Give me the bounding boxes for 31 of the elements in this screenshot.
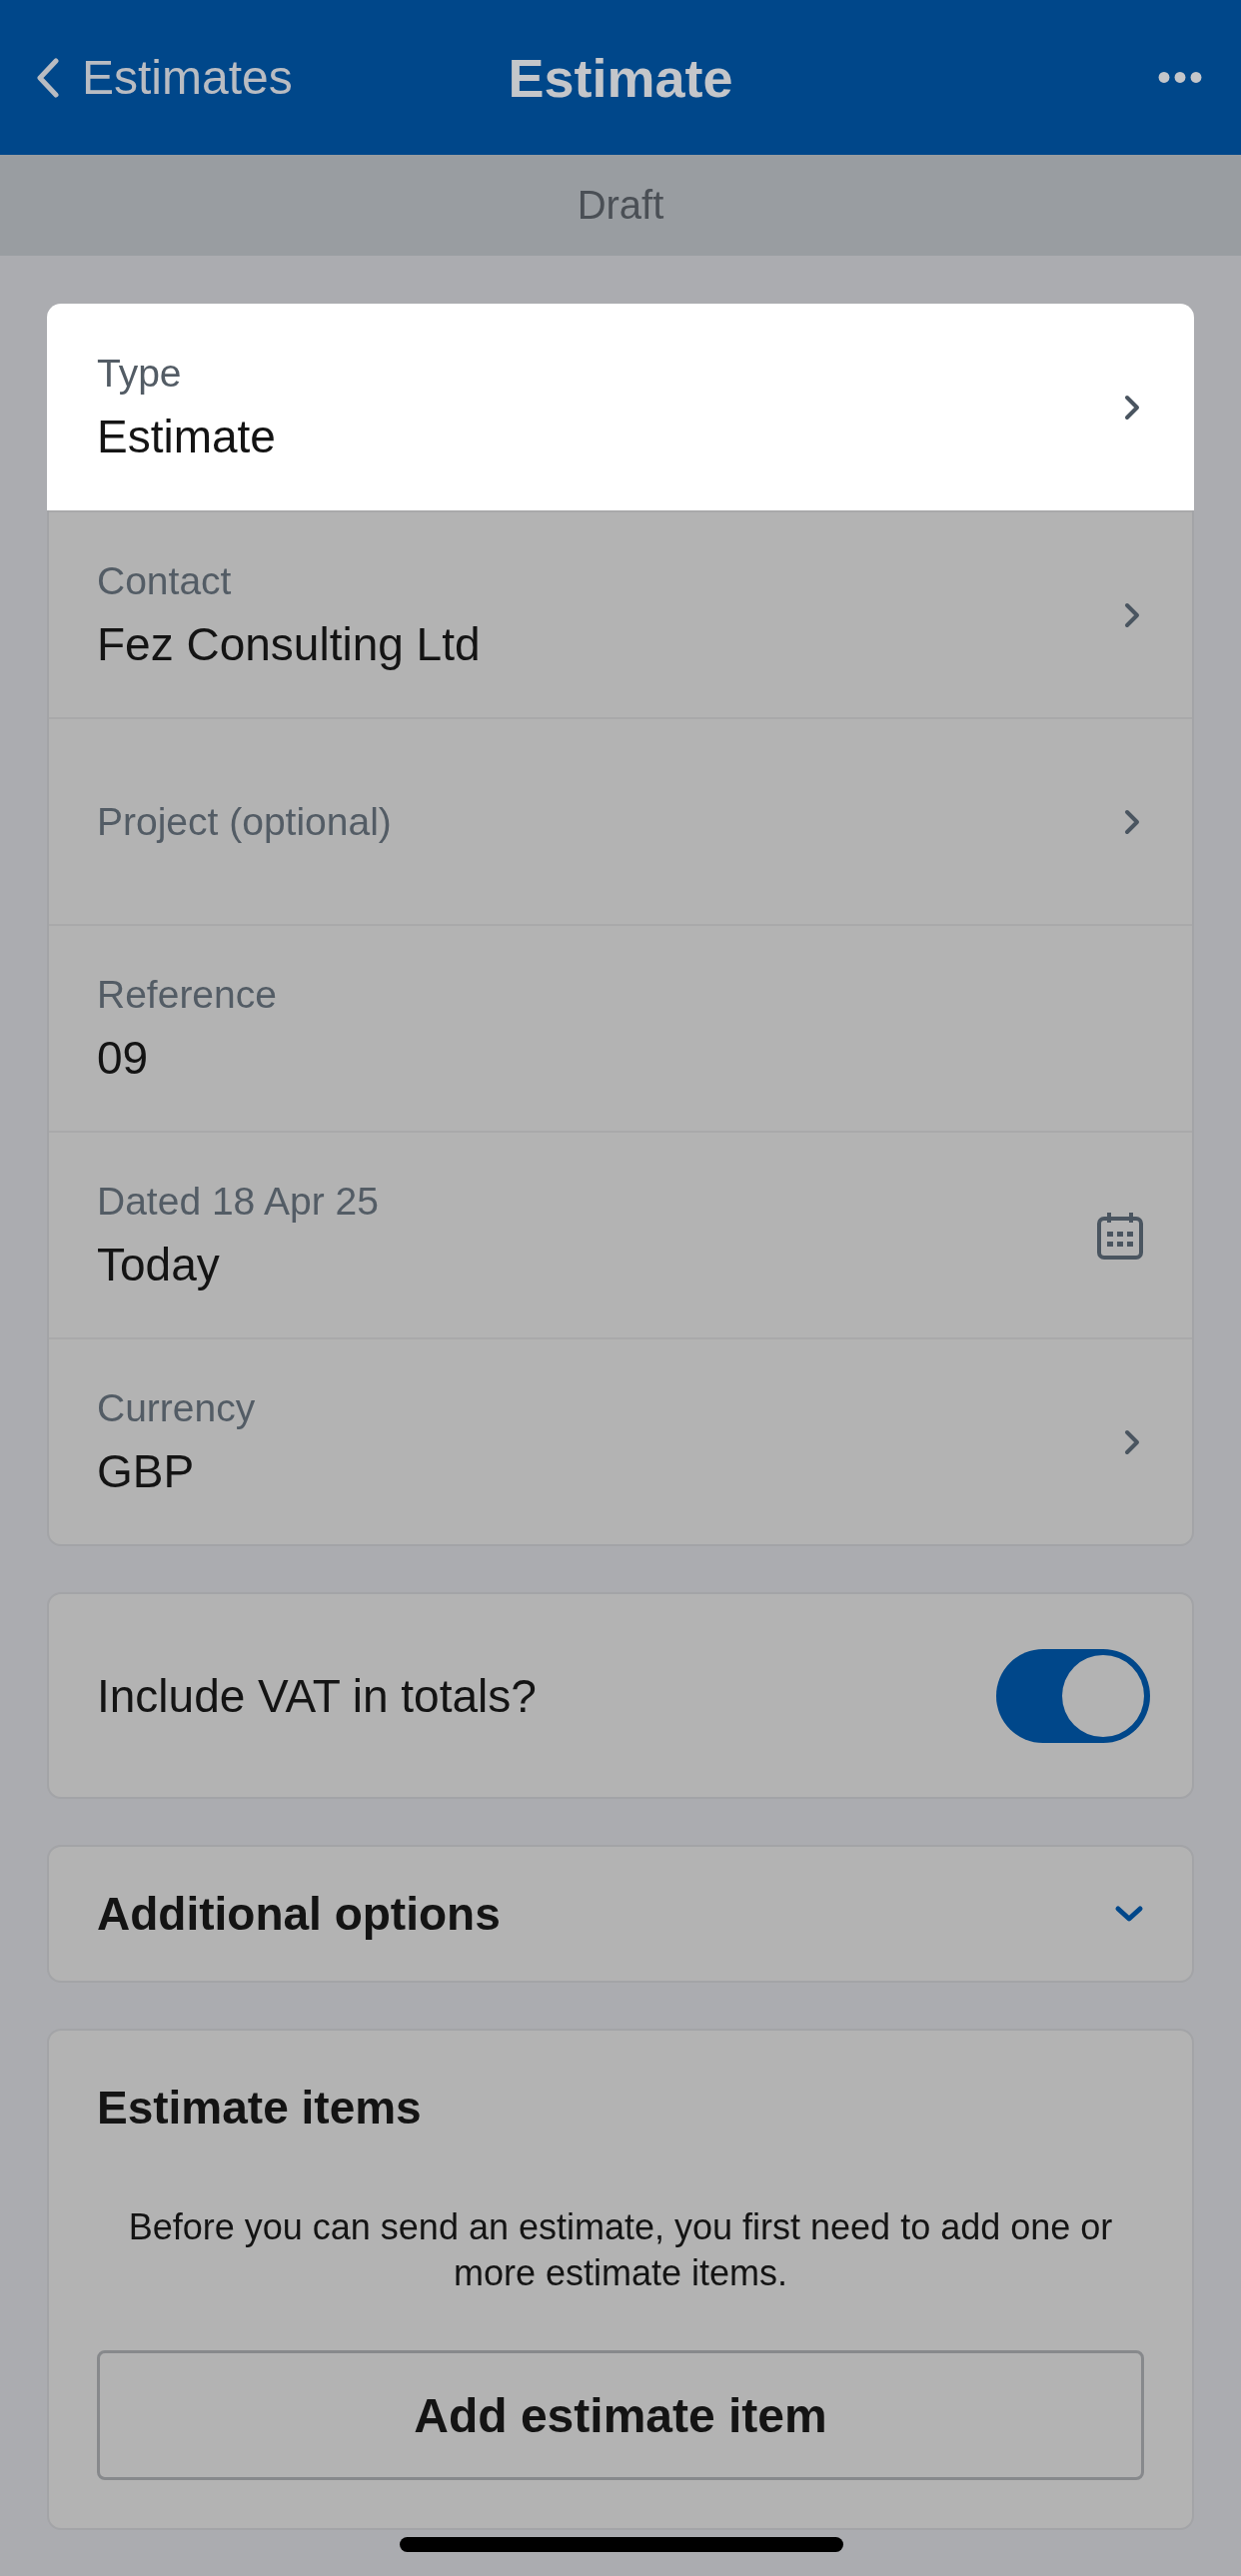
additional-options[interactable]: Additional options xyxy=(47,1845,1194,1983)
field-label: Reference xyxy=(97,972,277,1017)
form-row[interactable]: Contact Fez Consulting Ltd xyxy=(49,510,1192,717)
back-button[interactable]: Estimates xyxy=(36,50,293,105)
form-row[interactable]: Currency GBP xyxy=(49,1337,1192,1544)
form-row[interactable]: Type Estimate xyxy=(47,304,1194,510)
chevron-down-icon xyxy=(1114,1905,1144,1923)
more-button[interactable]: ••• xyxy=(1157,55,1205,100)
field-value: Estimate xyxy=(97,409,276,463)
screen-title: Estimate xyxy=(508,46,733,109)
field-value: Fez Consulting Ltd xyxy=(97,616,481,671)
section-title: Estimate items xyxy=(97,2081,423,2135)
empty-message: Before you can send an estimate, you first need to add one or more estimate items. xyxy=(127,2205,1114,2295)
status-banner: Draft xyxy=(0,155,1241,256)
field-label: Type xyxy=(97,351,183,396)
field-label: Contact xyxy=(97,558,233,603)
chevron-right-icon xyxy=(1124,808,1140,835)
form-row[interactable]: Reference 09 xyxy=(49,924,1192,1131)
field-value: GBP xyxy=(97,1443,196,1498)
calendar-icon xyxy=(1096,1210,1144,1261)
chevron-right-icon xyxy=(1124,394,1140,421)
chevron-right-icon xyxy=(1124,601,1140,628)
field-label: Currency xyxy=(97,1385,256,1430)
field-label: Project (optional) xyxy=(97,799,392,844)
chevron-right-icon xyxy=(1124,1428,1140,1455)
vat-label: Include VAT in totals? xyxy=(97,1668,537,1723)
add-item-button[interactable]: Add estimate item xyxy=(97,2350,1144,2480)
field-value: 09 xyxy=(97,1030,150,1085)
field-value: Today xyxy=(97,1237,221,1291)
form-row[interactable]: Dated 18 Apr 25 Today xyxy=(49,1131,1192,1337)
field-label: Dated 18 Apr 25 xyxy=(97,1179,379,1224)
